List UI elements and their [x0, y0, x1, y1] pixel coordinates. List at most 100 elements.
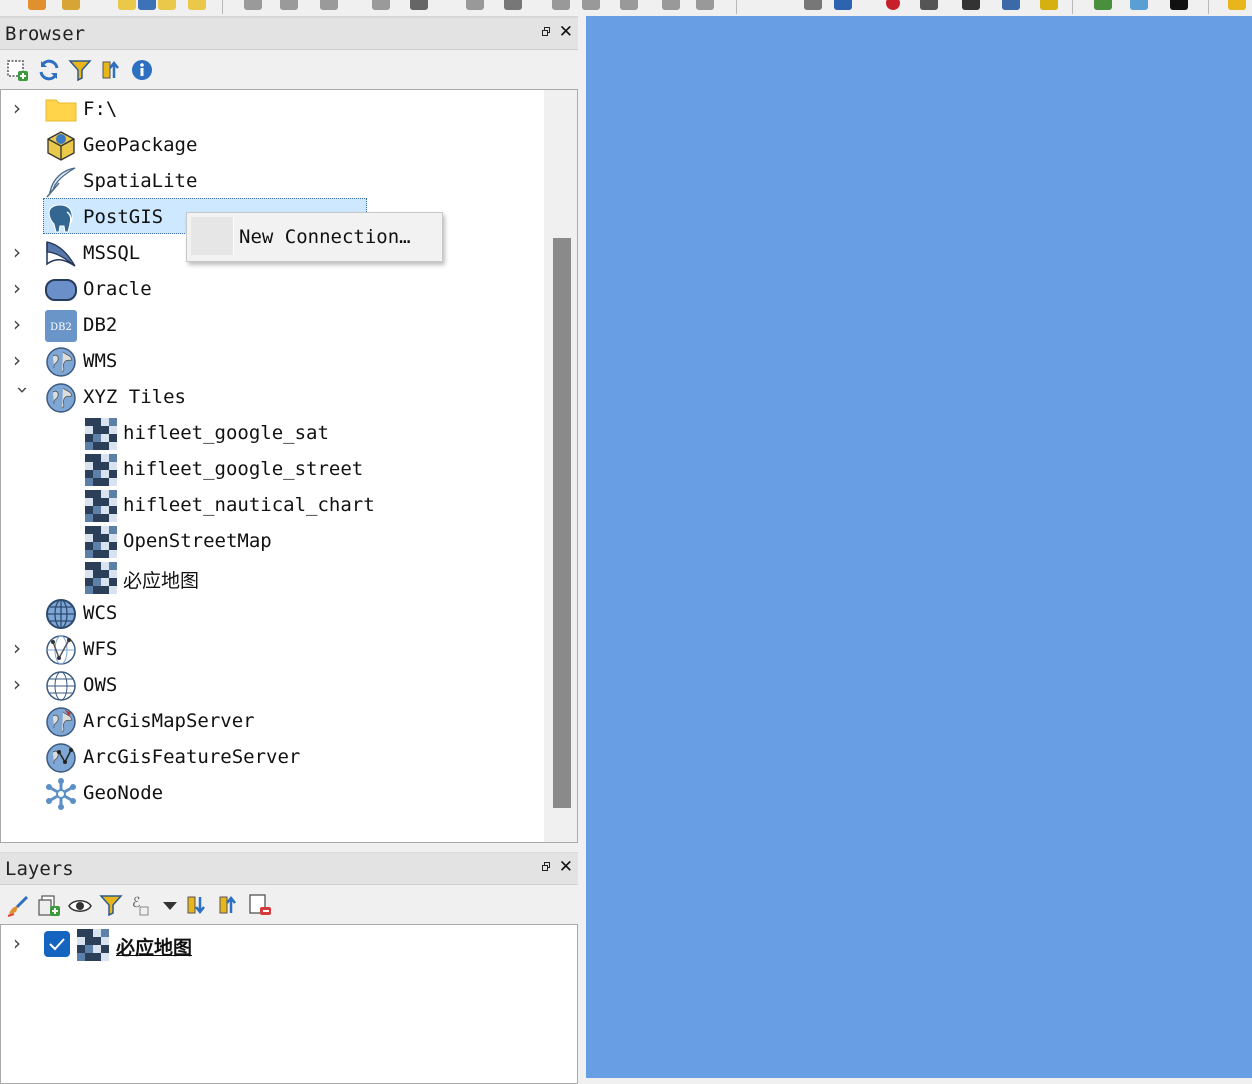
expand-all-icon[interactable]	[186, 893, 210, 917]
tree-item-xyz-tiles[interactable]: › XYZ Tiles	[1, 380, 541, 414]
tree-item-wms[interactable]: › WMS	[1, 344, 541, 378]
zoom-in-icon[interactable]	[1094, 0, 1112, 10]
tree-item-spatialite[interactable]: SpatiaLite	[1, 164, 541, 198]
layer-checkbox[interactable]	[44, 931, 70, 957]
arrow-right-icon[interactable]	[962, 0, 980, 10]
map-canvas[interactable]	[586, 16, 1252, 1078]
part-icon[interactable]	[410, 0, 428, 10]
tips-icon[interactable]	[1228, 0, 1246, 10]
ring-icon[interactable]	[372, 0, 390, 10]
tiles-icon	[77, 929, 109, 961]
rotate-icon[interactable]	[280, 0, 298, 10]
tree-item-arcgisfeatureserver[interactable]: ArcGisFeatureServer	[1, 740, 541, 774]
browser-panel-title: Browser	[5, 23, 86, 45]
tree-item-geonode[interactable]: GeoNode	[1, 776, 541, 810]
close-icon[interactable]: ✕	[559, 22, 573, 42]
tree-item-wcs[interactable]: WCS	[1, 596, 541, 630]
chevron-right-icon[interactable]: ›	[13, 314, 33, 334]
wcs-globe-icon	[46, 599, 76, 629]
move-feature-icon[interactable]	[244, 0, 262, 10]
reshape-icon[interactable]	[620, 0, 638, 10]
zoom-layer-icon[interactable]	[1130, 0, 1148, 10]
mssql-icon	[46, 241, 76, 267]
tree-item-label: OpenStreetMap	[123, 530, 272, 552]
merge-icon[interactable]	[582, 0, 600, 10]
cut-icon[interactable]	[466, 0, 484, 10]
tree-item-wfs[interactable]: › WFS	[1, 632, 541, 666]
panel-splitter[interactable]	[578, 16, 586, 1078]
info-icon[interactable]	[130, 58, 154, 82]
undo-icon[interactable]	[662, 0, 680, 10]
tree-item-bing-map[interactable]: 必应地图	[1, 560, 541, 594]
tiles-icon	[85, 418, 117, 450]
main-toolbar	[0, 0, 1252, 17]
tree-item-openstreetmap[interactable]: OpenStreetMap	[1, 524, 541, 558]
chevron-right-icon[interactable]: ›	[13, 674, 33, 694]
tree-item-label: XYZ Tiles	[83, 386, 186, 408]
visibility-eye-icon[interactable]	[68, 894, 92, 918]
filter-icon[interactable]	[68, 58, 92, 82]
filter-icon[interactable]	[99, 893, 123, 917]
style-brush-icon[interactable]	[6, 894, 30, 918]
layer-item-bing-map[interactable]: › 必应地图	[1, 927, 541, 961]
new-layer-icon[interactable]	[62, 0, 80, 10]
tree-item-label: DB2	[83, 314, 118, 336]
eye-icon[interactable]	[920, 0, 938, 10]
tree-item-hifleet-google-street[interactable]: hifleet_google_street	[1, 452, 541, 486]
tree-item-label: F:\	[83, 98, 118, 120]
geopackage-icon	[47, 131, 75, 161]
tree-item-label: OWS	[83, 674, 118, 696]
split-icon[interactable]	[552, 0, 570, 10]
select-icon[interactable]	[834, 0, 852, 10]
tree-item-arcgismapserver[interactable]: ArcGisMapServer	[1, 704, 541, 738]
record-icon[interactable]	[886, 0, 900, 10]
tree-item-hifleet-google-sat[interactable]: hifleet_google_sat	[1, 416, 541, 450]
tree-item-drive[interactable]: › F:\	[1, 92, 541, 126]
expression-filter-icon[interactable]: ℰ	[130, 893, 154, 917]
collapse-all-icon[interactable]	[100, 58, 124, 82]
pen-icon[interactable]	[138, 0, 156, 10]
add-selected-icon[interactable]	[6, 59, 30, 83]
chevron-down-icon[interactable]: ›	[11, 386, 35, 406]
chevron-right-icon[interactable]: ›	[13, 638, 33, 658]
layer-label: 必应地图	[116, 937, 193, 959]
tree-item-ows[interactable]: › OWS	[1, 668, 541, 702]
tree-item-label: hifleet_google_street	[123, 458, 364, 480]
tiles-icon	[85, 490, 117, 522]
tree-item-geopackage[interactable]: GeoPackage	[1, 128, 541, 162]
edit-icon[interactable]	[1040, 0, 1058, 10]
digitize-icon[interactable]	[118, 0, 136, 10]
browser-tree: › F:\ GeoPackage SpatiaLite PostGIS › MS…	[0, 89, 578, 843]
chevron-right-icon[interactable]: ›	[13, 98, 33, 118]
tree-item-label: hifleet_nautical_chart	[123, 494, 375, 516]
refresh-icon[interactable]	[37, 58, 61, 82]
close-icon[interactable]: ✕	[559, 857, 573, 877]
chevron-right-icon[interactable]: ›	[13, 278, 33, 298]
vertex-icon[interactable]	[188, 0, 206, 10]
remove-layer-icon[interactable]	[248, 893, 272, 917]
tree-item-label: ArcGisFeatureServer	[83, 746, 301, 768]
tree-item-label: ArcGisMapServer	[83, 710, 255, 732]
chevron-right-icon[interactable]: ›	[13, 242, 33, 262]
binoculars-icon[interactable]	[1170, 0, 1188, 10]
node-tool-icon[interactable]	[158, 0, 176, 10]
chevron-right-icon[interactable]: ›	[13, 350, 33, 370]
simplify-icon[interactable]	[320, 0, 338, 10]
tree-item-oracle[interactable]: › Oracle	[1, 272, 541, 306]
scrollbar-thumb[interactable]	[553, 238, 571, 808]
redo-icon[interactable]	[696, 0, 714, 10]
add-group-icon[interactable]	[37, 893, 61, 917]
collapse-all-icon[interactable]	[217, 893, 241, 917]
float-panel-icon[interactable]	[542, 862, 552, 872]
add-layer-icon[interactable]	[28, 0, 46, 10]
tree-item-db2[interactable]: › DB2 DB2	[1, 308, 541, 342]
tree-item-hifleet-nautical-chart[interactable]: hifleet_nautical_chart	[1, 488, 541, 522]
label-icon[interactable]	[804, 0, 822, 10]
refresh-icon[interactable]	[1002, 0, 1020, 10]
dropdown-arrow-icon[interactable]	[158, 893, 182, 917]
float-panel-icon[interactable]	[542, 27, 552, 37]
menu-item-new-connection[interactable]: New Connection…	[235, 217, 435, 255]
table-icon[interactable]	[504, 0, 522, 10]
layers-tree: › 必应地图	[0, 924, 578, 1084]
chevron-right-icon[interactable]: ›	[13, 933, 33, 953]
